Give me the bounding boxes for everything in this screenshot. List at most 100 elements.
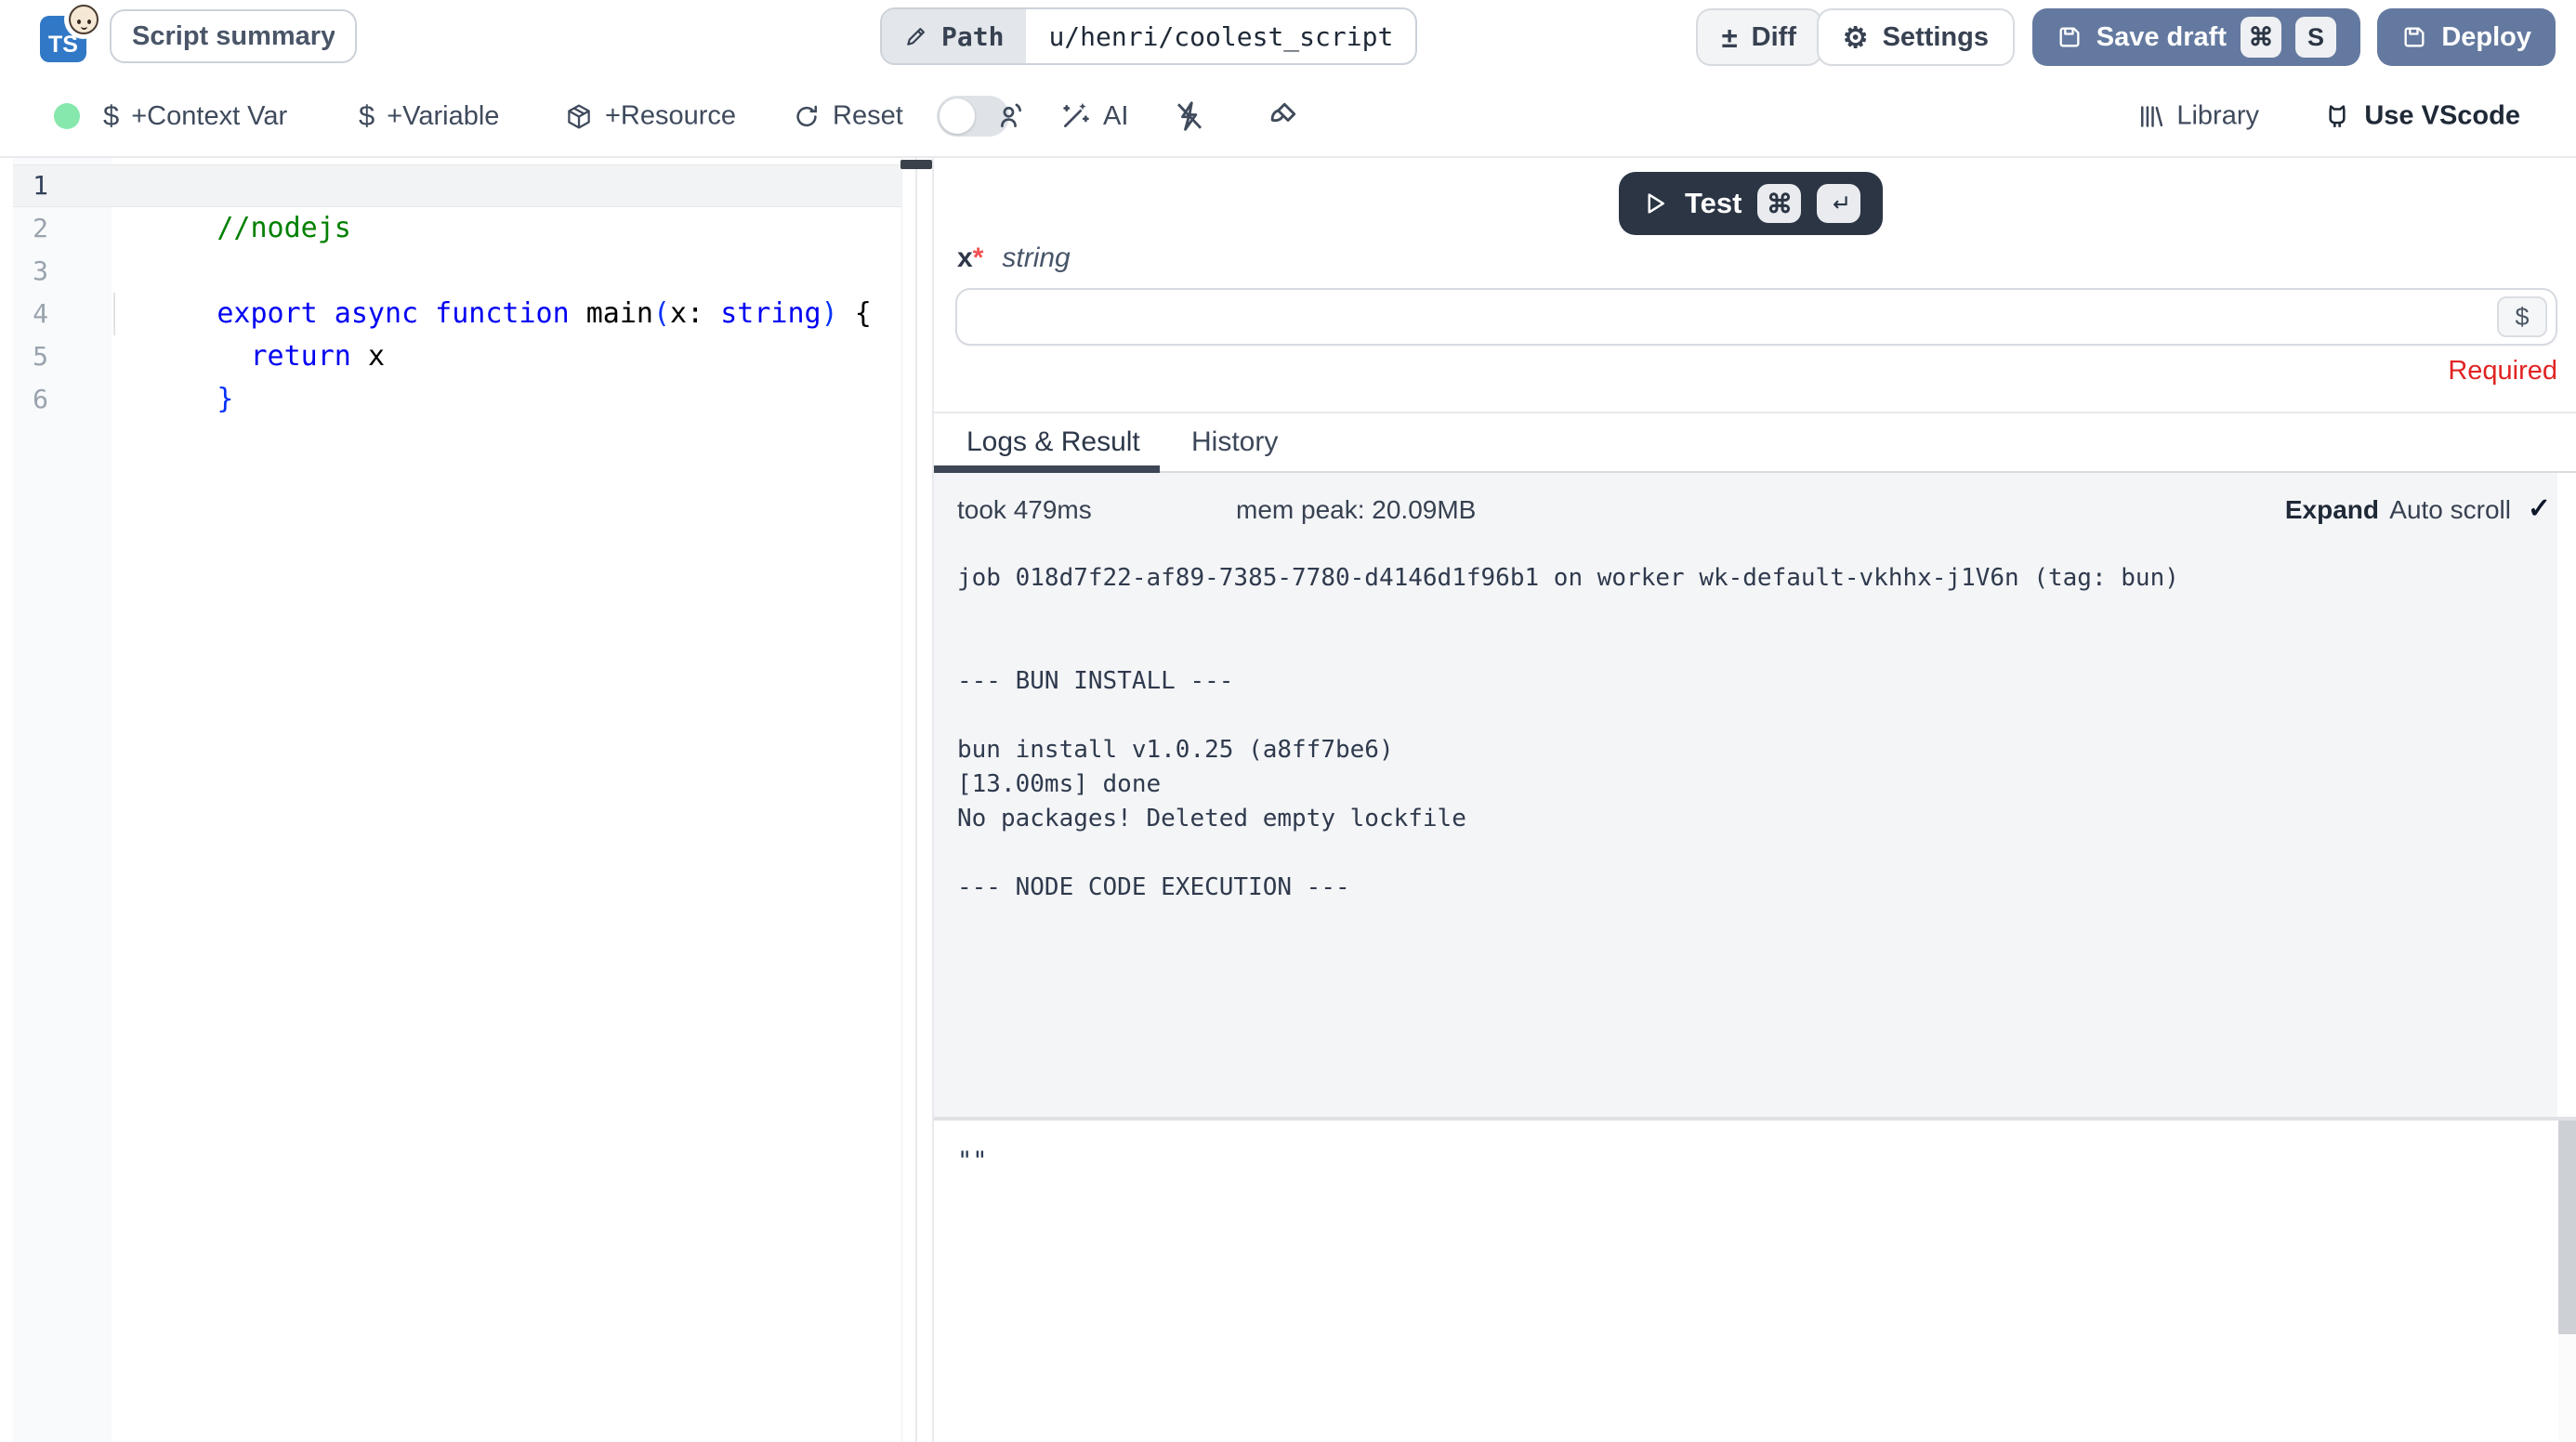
- active-tab-underline: [934, 465, 1160, 473]
- vscode-icon: [2322, 101, 2352, 131]
- code-editor[interactable]: 1 2 3 4 5 6 //nodejs export async functi…: [0, 158, 915, 1442]
- code-token: return: [217, 340, 368, 373]
- reset-label: Reset: [833, 101, 903, 132]
- argument-type: string: [1002, 243, 1070, 273]
- deploy-save-icon: [2401, 24, 2427, 50]
- dollar-icon: $: [2515, 303, 2529, 332]
- log-line: job 018d7f22-af89-7385-7780-d4146d1f96b1…: [957, 561, 2179, 596]
- status-dot: [54, 103, 80, 129]
- zap-off-icon: [1173, 99, 1206, 133]
- toggle-knob: [940, 98, 975, 134]
- format-code-button[interactable]: [1266, 99, 1299, 133]
- check-icon[interactable]: ✓: [2528, 492, 2551, 525]
- line-number: 3: [13, 250, 48, 293]
- settings-label: Settings: [1883, 22, 1989, 53]
- log-line: --- BUN INSTALL ---: [957, 664, 2179, 699]
- pane-splitter[interactable]: [915, 158, 934, 1442]
- code-line[interactable]: }: [116, 335, 233, 464]
- expand-button[interactable]: Expand: [2285, 495, 2379, 525]
- windmill-script-editor: TS Path u/henri/coolest_script ± Diff ⚙ …: [0, 0, 2576, 1442]
- enter-key-badge: [1817, 184, 1860, 223]
- reset-button[interactable]: Reset: [793, 101, 903, 132]
- log-output: job 018d7f22-af89-7385-7780-d4146d1f96b1…: [957, 561, 2179, 905]
- use-vscode-label: Use VScode: [2364, 101, 2520, 132]
- log-line: No packages! Deleted empty lockfile: [957, 802, 2179, 836]
- save-icon: [2057, 24, 2083, 50]
- log-line: [957, 699, 2179, 733]
- test-label: Test: [1685, 187, 1741, 220]
- autoscroll-label[interactable]: Auto scroll: [2389, 495, 2511, 525]
- play-icon: [1641, 190, 1669, 217]
- required-message: Required: [2448, 356, 2557, 387]
- dollar-icon: $: [359, 99, 375, 133]
- script-summary-input[interactable]: [110, 9, 357, 63]
- add-context-var-button[interactable]: $ +Context Var: [103, 99, 287, 133]
- deploy-button[interactable]: Deploy: [2377, 8, 2556, 66]
- log-line: [957, 836, 2179, 871]
- package-icon: [565, 102, 593, 130]
- path-edit-button[interactable]: Path: [882, 9, 1026, 63]
- save-draft-button[interactable]: Save draft ⌘ S: [2032, 8, 2360, 66]
- line-number: 2: [13, 207, 48, 250]
- result-panel[interactable]: "": [934, 1121, 2576, 1442]
- dollar-icon: $: [103, 99, 119, 133]
- result-scrollbar-track[interactable]: [2558, 1121, 2576, 1442]
- code-token: x: [368, 340, 385, 373]
- code-token: ): [821, 297, 838, 330]
- insert-variable-button[interactable]: $: [2497, 296, 2547, 337]
- code-token: {: [838, 297, 872, 330]
- logs-panel[interactable]: took 479ms mem peak: 20.09MB Expand Auto…: [934, 473, 2576, 1117]
- library-icon: [2136, 102, 2164, 130]
- result-value: "": [957, 1147, 988, 1175]
- users-icon: [996, 100, 1028, 132]
- deploy-label: Deploy: [2441, 22, 2531, 53]
- ai-generate-button[interactable]: AI: [1059, 100, 1128, 132]
- library-label: Library: [2176, 101, 2259, 132]
- multiplayer-button[interactable]: [996, 100, 1028, 132]
- code-comment: //nodejs: [217, 212, 351, 244]
- add-resource-button[interactable]: +Resource: [565, 101, 736, 132]
- settings-button[interactable]: ⚙ Settings: [1817, 8, 2015, 66]
- library-button[interactable]: Library: [2136, 101, 2259, 132]
- line-number: 5: [13, 335, 48, 378]
- save-draft-label: Save draft: [2096, 22, 2227, 53]
- use-vscode-button[interactable]: Use VScode: [2322, 101, 2520, 132]
- diff-label: Diff: [1752, 22, 1796, 53]
- logs-scrollbar-track[interactable]: [2557, 473, 2576, 1117]
- result-tabbar: Logs & Result History: [934, 412, 2576, 473]
- diff-button[interactable]: ± Diff: [1696, 8, 1822, 66]
- argument-label: x*string: [957, 243, 1071, 274]
- required-star: *: [973, 243, 984, 273]
- s-key-badge: S: [2295, 17, 2336, 58]
- gear-icon: ⚙: [1843, 23, 1869, 52]
- log-line: bun install v1.0.25 (a8ff7be6): [957, 733, 2179, 767]
- return-arrow-icon: [1827, 191, 1851, 216]
- pencil-icon: [904, 24, 928, 48]
- path-label: Path: [941, 21, 1004, 52]
- log-line: [957, 630, 2179, 664]
- logo-text: TS: [48, 32, 78, 59]
- line-number: 4: [13, 293, 48, 335]
- test-run-button[interactable]: Test ⌘: [1619, 172, 1883, 235]
- line-number: 6: [13, 378, 48, 421]
- code-token: x:: [670, 297, 720, 330]
- tab-history[interactable]: History: [1191, 413, 1278, 471]
- log-line: --- NODE CODE EXECUTION ---: [957, 871, 2179, 905]
- add-resource-label: +Resource: [605, 101, 736, 132]
- script-path-control[interactable]: Path u/henri/coolest_script: [880, 7, 1417, 65]
- memory-stat: mem peak: 20.09MB: [1236, 495, 1476, 525]
- script-path-value[interactable]: u/henri/coolest_script: [1026, 9, 1415, 63]
- result-scrollbar-thumb[interactable]: [2558, 1121, 2576, 1334]
- magic-wand-icon: [1059, 100, 1091, 132]
- code-token: (: [653, 297, 670, 330]
- splitter-drag-handle[interactable]: [900, 160, 932, 169]
- editor-scrollbar-track: [901, 158, 902, 1442]
- argument-input[interactable]: $: [955, 288, 2557, 346]
- code-token: }: [217, 383, 233, 415]
- top-bar: TS Path u/henri/coolest_script ± Diff ⚙ …: [0, 0, 2576, 74]
- tab-logs-result[interactable]: Logs & Result: [966, 413, 1140, 471]
- add-variable-label: +Variable: [387, 101, 499, 132]
- add-context-var-label: +Context Var: [131, 101, 287, 132]
- assistant-disabled-button[interactable]: [1173, 99, 1206, 133]
- add-variable-button[interactable]: $ +Variable: [359, 99, 499, 133]
